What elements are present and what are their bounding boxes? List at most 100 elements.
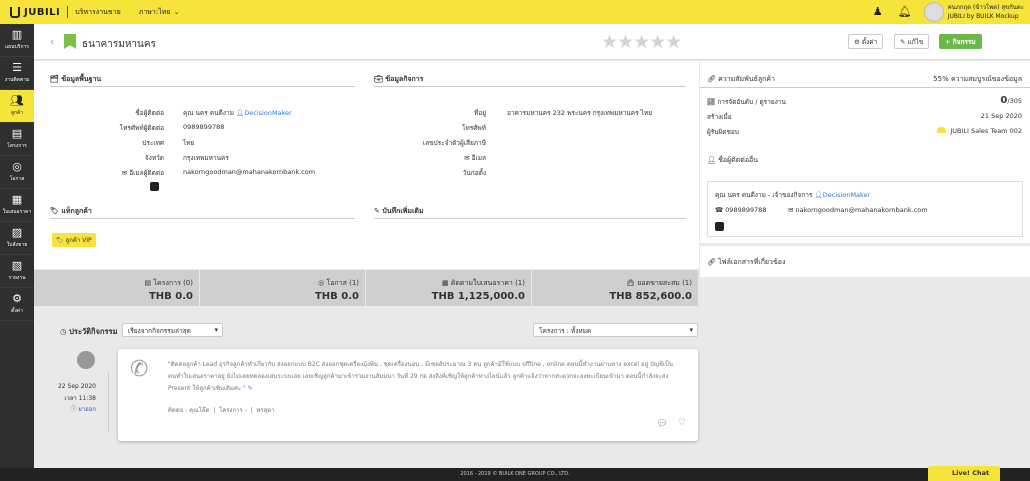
sidebar-item-settings[interactable]: ⚙ ตั้งค่า [0,288,34,321]
footer: 2016 - 2019 © BUILK ONE GROUP CO., LTD. [0,468,1030,481]
edit-icon[interactable]: ✎ [248,385,253,392]
tags-title: 🏷︎ แท็กลูกค้า [50,207,92,215]
files-panel: 🔗︎ ไฟล์เอกสารที่เกี่ยวข้อง [700,246,1030,277]
stat-projects[interactable]: ▤ โครงการ (0) THB 0.0 [34,270,200,306]
project-filter-select[interactable]: โครงการ : ทั้งหมด [533,323,698,337]
customer-tag[interactable]: 🏷︎ ลูกค้า VIP [52,233,96,247]
stat-value: THB 852,600.0 [609,291,692,302]
user-role-icon: 👤︎ [814,191,823,199]
stat-label-text: โอกาส (1) [326,279,359,287]
sidebar-label: ตั้งค่า [11,308,23,314]
activity-contact: ติดต่อ : คุณโอ๊ต [168,407,210,414]
avatar [77,351,95,369]
stat-label: ◎ โอกาส (1) [318,279,359,287]
stat-value: THB 0.0 [314,291,359,302]
sidebar-label: ใบเสนอราคา [2,209,32,215]
line-icon[interactable] [150,182,159,191]
contact-phone-value: 0989899788 [183,123,225,131]
target-icon: ◎ [12,160,22,173]
sidebar-item-customers[interactable]: 👥︎ ลูกค้า [0,90,41,123]
history-status-text: ยาออก [78,406,96,413]
live-chat-button[interactable]: Live! Chat [928,466,1000,481]
history-title: ◷ ประวัติกิจกรรม [60,327,118,336]
sidebar-item-orders[interactable]: ▨ ใบสั่งขาย [0,222,34,255]
settings-button[interactable]: ⚙ ตั้งค่า [848,34,884,49]
info-panel: 🗂︎ ข้อมูลพื้นฐาน ชื่อผู้ติดต่อ คุณ นคร ค… [34,61,699,269]
created-value: 21 Sep 2020 [980,112,1022,120]
stat-label: ▤ โครงการ (0) [144,279,193,287]
back-icon[interactable]: ‹ [50,35,54,48]
page-title: ธนาคารมหานคร [82,39,156,50]
top-bar: JUBILI บริหารงานขาย ภาษา:ไทย ⌄ ♟ 🔔︎ คนภก… [0,0,1030,24]
completeness: 55% ความสมบูรณ์ของข้อมูล [933,75,1022,83]
activity-card[interactable]: ✆ "ติดต่อลูกค้า Lead ธุรกิจลูกค้าทำเกี่ย… [118,349,698,441]
sidebar-label: ใบสั่งขาย [6,242,28,248]
contact-card-role[interactable]: DecisionMaker [823,191,870,199]
address-label: ที่อยู่ [474,109,486,117]
chevron-down-icon[interactable]: ⌄ [173,8,179,16]
bell-icon[interactable]: 🔔︎ [898,6,912,18]
comment-icon[interactable]: 💬︎ [657,419,668,429]
owner-value: JUBILI Sales Team 002 [937,127,1022,135]
stat-opportunity[interactable]: ◎ โอกาส (1) THB 0.0 [200,270,366,306]
sidebar-item-plan[interactable]: ▥ แผนบริการ [0,24,34,57]
stat-quotation[interactable]: ▦ ติดตามใบเสนอราคา (1) THB 1,125,000.0 [366,270,532,306]
user-org: JUBILI by BUILK Mockup [947,13,1019,20]
files-title-text: ไฟล์เอกสารที่เกี่ยวข้อง [718,258,786,266]
user-icon[interactable]: ♟ [872,6,884,18]
helmet-icon [937,127,947,133]
users-icon: 👥︎ [10,94,24,107]
stat-label: ▦ ติดตามใบเสนอราคา (1) [442,279,525,287]
sidebar-item-opportunity[interactable]: ◎ โอกาส [0,156,34,189]
phone-icon: ✆ [130,357,149,382]
contact-email-value[interactable]: nakorngoodman@mahanakornbank.com [183,168,315,176]
relation-title: 🔗︎ ความสัมพันธ์ลูกค้า [707,75,775,83]
province-value: กรุงเทพมหานคร [183,154,229,162]
stat-value: THB 0.0 [148,291,193,302]
user-name[interactable]: คนภกฤต (ข้าวโพด) สุขกันตะ [948,3,1024,12]
sidebar-label: โครงการ [7,143,27,149]
owner-name: JUBILI Sales Team 002 [950,127,1022,135]
activity-text: "ติดต่อลูกค้า Lead ธุรกิจลูกค้าทำเกี่ยวก… [168,359,673,395]
stat-label: 👜︎ ยอดขายสะสม (1) [626,279,692,287]
contact-card[interactable]: คุณ นคร คนดีงาม - เจ้าของกิจการ 👤︎Decisi… [707,181,1023,237]
sidebar-item-quotation[interactable]: ▦ ใบเสนอราคา [0,189,34,222]
contact-phone-label: โทรศัพท์ผู้ติดต่อ [119,124,164,132]
sidebar-label: โอกาส [9,176,25,182]
other-contacts-title-text: ชื่อผู้ติดต่ออื่น [718,156,759,164]
basic-info-label: ข้อมูลพื้นฐาน [61,75,102,83]
add-activity-button[interactable]: + กิจกรรม [939,34,982,49]
sidebar-item-projects[interactable]: ▤ โครงการ [0,123,34,156]
activity-owner: พรสุดา [256,407,275,414]
sidebar-item-tasks[interactable]: ☰ งานติดตาม [0,57,34,90]
rating-stars[interactable]: ★★★★★ [601,31,682,53]
phone-label: โทรศัพท์ [462,124,486,132]
app-logo[interactable]: JUBILI [0,6,60,18]
section-name: บริหารงานขาย [75,7,121,16]
sidebar-label: แผนบริการ [5,44,29,50]
divider [50,86,355,87]
contact-card-email[interactable]: ✉ nakorngoodman@mahanakornbank.com [788,206,928,214]
edit-button[interactable]: ✎ แก้ไข [894,34,930,49]
page-header: ‹ ธนาคารมหานคร ★★★★★ ⚙ ตั้งค่า ✎ แก้ไข +… [34,24,1030,60]
order-icon: ▨ [11,226,23,239]
files-title[interactable]: 🔗︎ ไฟล์เอกสารที่เกี่ยวข้อง [707,257,785,268]
line-icon[interactable] [715,222,724,231]
business-info-label: ข้อมูลกิจการ [385,75,424,83]
province-label: จังหวัด [144,154,164,162]
stat-sales[interactable]: 👜︎ ยอดขายสะสม (1) THB 852,600.0 [532,270,699,306]
contact-name-label: ชื่อผู้ติดต่อ [135,109,164,117]
country-value: ไทย [183,139,195,147]
avatar[interactable] [923,2,944,22]
sort-select[interactable]: เรียงจากกิจกรรมล่าสุด [122,323,223,337]
doc-icon: ▤ [11,127,23,140]
sidebar-item-reports[interactable]: ▧ รายงาน [0,255,34,288]
language-select[interactable]: ภาษา:ไทย [139,7,171,18]
sidebar-label: งานติดตาม [4,77,30,83]
contact-card-name-text: คุณ นคร คนดีงาม - เจ้าของกิจการ [715,191,813,199]
heart-icon[interactable]: ♡ [678,418,686,428]
role-badge[interactable]: DecisionMaker [244,109,291,117]
sidebar: ▥ แผนบริการ ☰ งานติดตาม 👥︎ ลูกค้า ▤ โครงการ … [0,24,41,468]
rank: 0/305 [1000,95,1022,106]
address-value: อาคารมหานคร 232 พระนคร กรุงเทพมหานคร ไทย [507,109,653,117]
